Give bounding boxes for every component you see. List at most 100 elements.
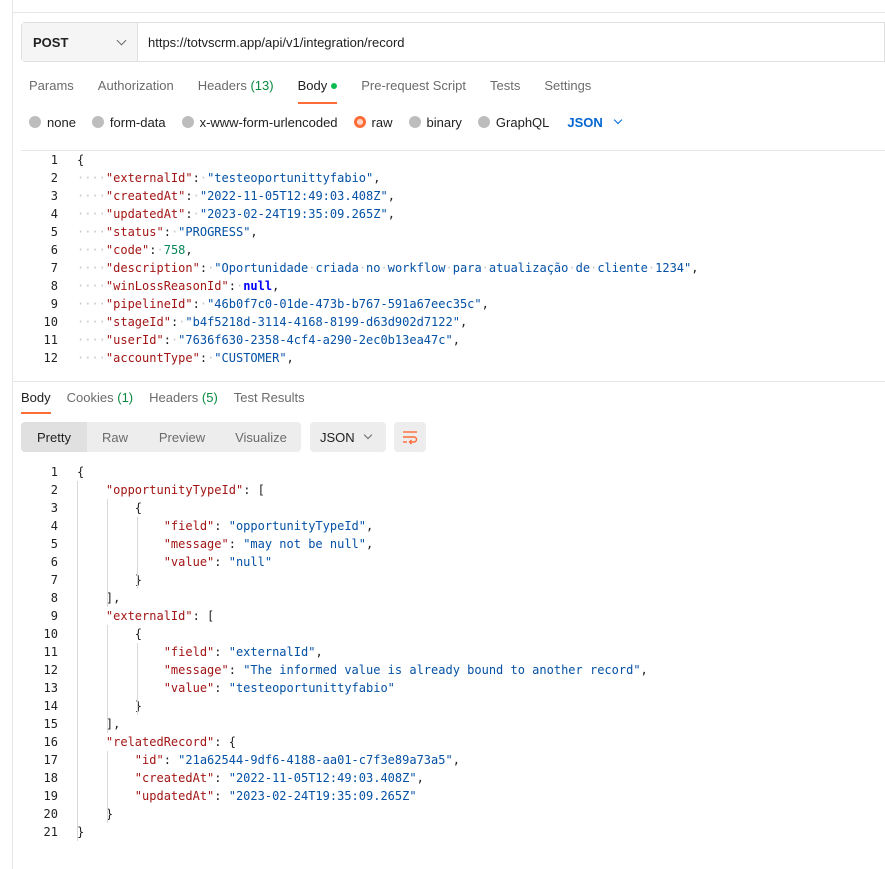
line-number: 1 xyxy=(50,465,58,479)
code-token: "code" xyxy=(105,243,150,257)
method-select[interactable]: POST xyxy=(22,23,138,61)
code-text: "createdAt": "2022-11-05T12:49:03.408Z", xyxy=(58,769,424,787)
response-tab-cookies[interactable]: Cookies (1) xyxy=(67,390,133,414)
code-token: "PROGRESS" xyxy=(178,225,251,239)
code-token: "opportunityTypeId" xyxy=(228,519,367,533)
tab-tests[interactable]: Tests xyxy=(490,78,520,104)
tab-pre-request-script[interactable]: Pre-request Script xyxy=(361,78,466,104)
code-token: "stageId" xyxy=(105,315,171,329)
code-token: "null" xyxy=(228,555,273,569)
tab-authorization[interactable]: Authorization xyxy=(98,78,174,104)
response-tab-test-results[interactable]: Test Results xyxy=(234,390,305,414)
code-line: 12 "message": "The informed value is alr… xyxy=(21,661,885,679)
body-type-graphql[interactable]: GraphQL xyxy=(477,115,549,130)
tab-label: Test Results xyxy=(233,390,305,405)
code-line: 15 ], xyxy=(21,715,885,733)
code-token: :· xyxy=(199,351,215,365)
code-token: , xyxy=(691,261,699,275)
code-text: "value": "testeoportunittyfabio" xyxy=(58,679,395,697)
code-text: } xyxy=(58,823,84,841)
code-token: "userId" xyxy=(105,333,164,347)
line-number: 17 xyxy=(43,753,58,767)
code-token: "field" xyxy=(163,645,215,659)
code-text: { xyxy=(58,499,142,517)
code-token: ], xyxy=(105,717,121,731)
code-line: 13 "value": "testeoportunittyfabio" xyxy=(21,679,885,697)
line-number: 12 xyxy=(43,663,58,677)
body-type-form-data[interactable]: form-data xyxy=(91,115,166,130)
line-number: 10 xyxy=(43,315,58,329)
wrap-lines-button[interactable] xyxy=(394,422,426,452)
view-preview-button[interactable]: Preview xyxy=(143,422,221,452)
code-text: ····"accountType":·"CUSTOMER", xyxy=(77,351,294,365)
tab-settings[interactable]: Settings xyxy=(544,78,591,104)
code-text: "externalId": [ xyxy=(58,607,214,625)
pane-divider[interactable] xyxy=(12,381,885,382)
code-line: 16 "relatedRecord": { xyxy=(21,733,885,751)
language-select[interactable]: JSON xyxy=(567,115,623,130)
code-text: "field": "externalId", xyxy=(58,643,323,661)
response-format-select[interactable]: JSON xyxy=(310,422,386,452)
code-token: , xyxy=(315,645,323,659)
code-token: "2023-02-24T19:35:09.265Z" xyxy=(199,207,388,221)
code-token: "CUSTOMER" xyxy=(214,351,287,365)
code-token: { xyxy=(134,627,143,641)
response-tab-body[interactable]: Body xyxy=(21,390,51,414)
request-body-editor[interactable]: 1{2 ····"externalId":·"testeoportunittyfa… xyxy=(21,150,885,375)
code-line: 5 "message": "may not be null", xyxy=(21,535,885,553)
code-text: ], xyxy=(58,589,120,607)
tab-body[interactable]: Body xyxy=(297,78,338,104)
view-visualize-button[interactable]: Visualize xyxy=(221,422,301,452)
indent-guide xyxy=(107,751,108,823)
tab-headers[interactable]: Headers (13) xyxy=(198,78,274,104)
modified-dot-icon xyxy=(331,82,338,89)
body-type-none[interactable]: none xyxy=(29,115,76,130)
line-number: 4 xyxy=(50,519,58,533)
code-token: :· xyxy=(192,171,208,185)
code-token: "message" xyxy=(163,537,229,551)
code-token: } xyxy=(134,699,143,713)
code-token: { xyxy=(77,465,85,479)
code-token: "description" xyxy=(105,261,200,275)
line-number: 10 xyxy=(43,627,58,641)
body-type-raw[interactable]: raw xyxy=(353,115,393,130)
code-text: "id": "21a62544-9df6-4188-aa01-c7f3e89a7… xyxy=(58,751,460,769)
code-token: : xyxy=(214,555,229,569)
code-line: 19 "updatedAt": "2023-02-24T19:35:09.265… xyxy=(21,787,885,805)
request-url-bar: POST https://totvscrm.app/api/v1/integra… xyxy=(21,22,885,62)
code-token: , xyxy=(387,207,395,221)
line-number: 5 xyxy=(50,537,58,551)
tab-params[interactable]: Params xyxy=(29,78,74,104)
code-line: 10 { xyxy=(21,625,885,643)
code-token: , xyxy=(373,171,381,185)
code-token: "updatedAt" xyxy=(134,789,215,803)
code-text: } xyxy=(58,571,142,589)
code-token: :· xyxy=(149,243,164,257)
code-token: : xyxy=(214,519,229,533)
response-body-viewer[interactable]: 1{2 "opportunityTypeId": [3 {4 "field": … xyxy=(21,463,885,843)
response-tab-headers[interactable]: Headers (5) xyxy=(149,390,218,414)
tab-label: Params xyxy=(29,78,74,93)
tab-label: Authorization xyxy=(97,78,174,93)
code-token: , xyxy=(452,333,460,347)
code-token: "updatedAt" xyxy=(105,207,186,221)
line-number: 9 xyxy=(50,297,58,311)
view-raw-button[interactable]: Raw xyxy=(87,422,143,452)
code-token: : xyxy=(214,789,229,803)
code-token: "status" xyxy=(105,225,164,239)
code-token: , xyxy=(185,243,193,257)
indent-guide xyxy=(137,643,138,715)
body-type-binary[interactable]: binary xyxy=(408,115,462,130)
body-type-urlencoded[interactable]: x-www-form-urlencoded xyxy=(181,115,338,130)
url-input[interactable]: https://totvscrm.app/api/v1/integration/… xyxy=(138,23,884,61)
code-text: ····"updatedAt":·"2023-02-24T19:35:09.26… xyxy=(77,207,395,221)
code-line: 18 "createdAt": "2022-11-05T12:49:03.408… xyxy=(21,769,885,787)
code-token: "message" xyxy=(163,663,229,677)
line-number: 8 xyxy=(50,591,58,605)
code-text: ····"code":·758, xyxy=(77,243,193,257)
view-pretty-button[interactable]: Pretty xyxy=(21,422,87,452)
code-line: 20 } xyxy=(21,805,885,823)
code-line: 4 ····"updatedAt":·"2023-02-24T19:35:09.2… xyxy=(21,205,885,223)
indent-guide xyxy=(137,517,138,589)
tab-count: (1) xyxy=(117,390,134,405)
